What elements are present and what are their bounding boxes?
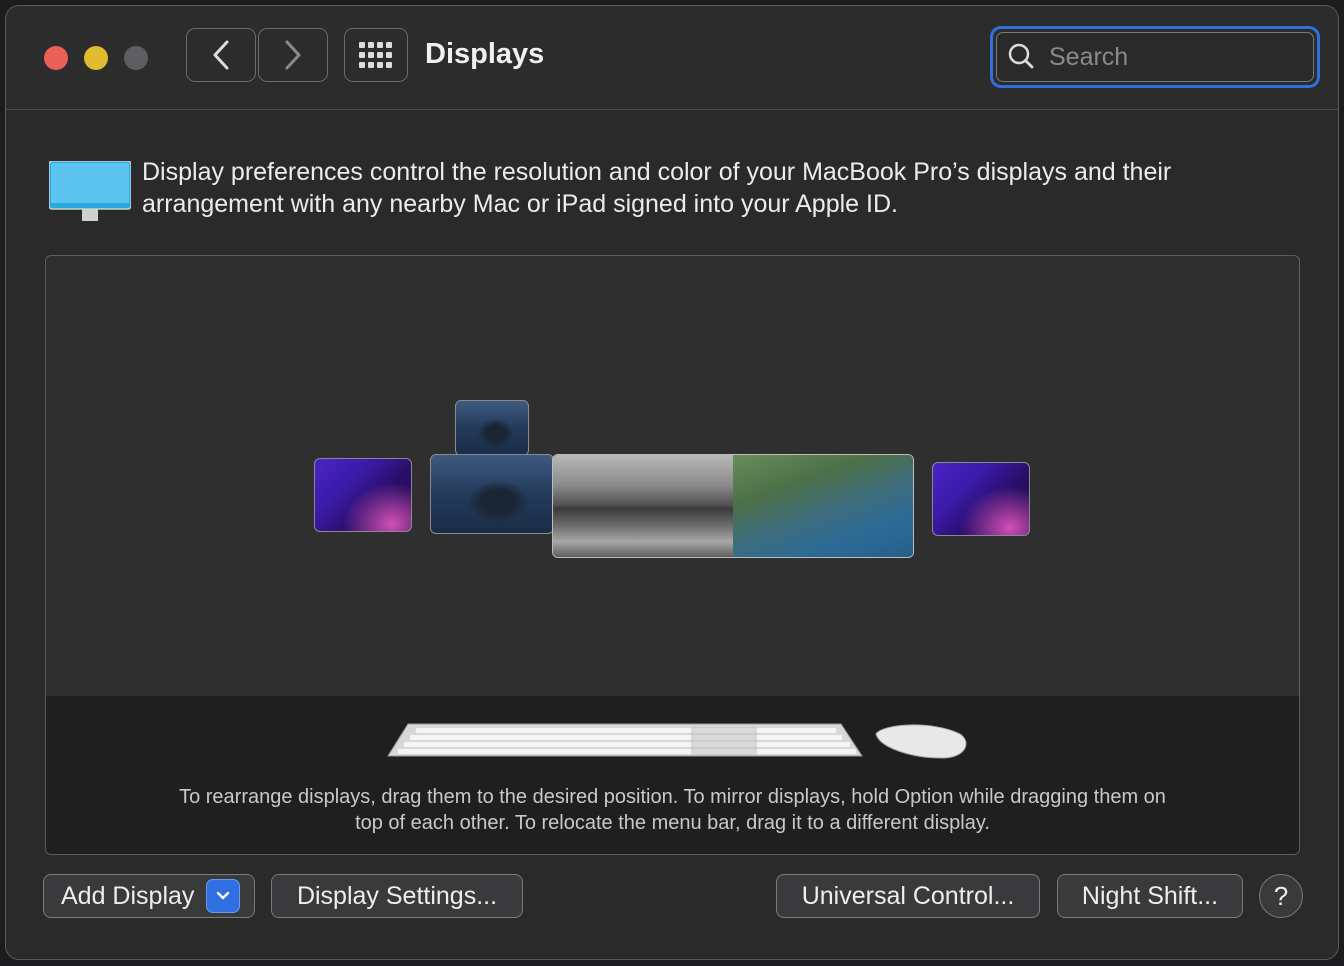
display-settings-button[interactable]: Display Settings... bbox=[271, 874, 523, 918]
forward-button[interactable] bbox=[258, 28, 328, 82]
window-title: Displays bbox=[425, 38, 545, 70]
wallpaper bbox=[733, 455, 913, 557]
grid-icon bbox=[359, 42, 392, 68]
intro-text: Display preferences control the resoluti… bbox=[142, 158, 1172, 218]
search-input[interactable] bbox=[1047, 41, 1281, 73]
display-thumbnail[interactable] bbox=[314, 458, 412, 532]
zoom-button[interactable] bbox=[124, 46, 148, 70]
add-display-dropdown[interactable] bbox=[206, 879, 241, 913]
mouse-icon bbox=[875, 724, 967, 759]
display-thumbnail[interactable] bbox=[430, 454, 554, 534]
show-all-button[interactable] bbox=[344, 28, 408, 82]
titlebar: Displays bbox=[6, 6, 1338, 110]
night-shift-button[interactable]: Night Shift... bbox=[1057, 874, 1243, 918]
keyboard-icon bbox=[387, 723, 863, 757]
search-field[interactable] bbox=[996, 32, 1314, 82]
back-button[interactable] bbox=[186, 28, 256, 82]
help-button[interactable]: ? bbox=[1259, 874, 1303, 918]
chevron-left-icon bbox=[213, 40, 229, 70]
minimize-button[interactable] bbox=[84, 46, 108, 70]
search-field-focus-ring bbox=[990, 26, 1320, 88]
display-thumbnail[interactable] bbox=[932, 462, 1030, 536]
add-display-label: Add Display bbox=[61, 881, 195, 910]
universal-control-button[interactable]: Universal Control... bbox=[776, 874, 1040, 918]
arrangement-hint: To rearrange displays, drag them to the … bbox=[179, 786, 1166, 834]
search-icon bbox=[1008, 43, 1034, 69]
chevron-right-icon bbox=[285, 40, 301, 70]
chevron-down-icon bbox=[217, 891, 230, 900]
main-display-thumbnail[interactable] bbox=[552, 454, 914, 558]
display-arrangement-area[interactable]: To rearrange displays, drag them to the … bbox=[45, 255, 1300, 855]
add-display-button[interactable]: Add Display bbox=[43, 874, 255, 918]
display-thumbnail[interactable] bbox=[455, 400, 529, 456]
close-button[interactable] bbox=[44, 46, 68, 70]
display-icon bbox=[49, 161, 131, 221]
wallpaper bbox=[553, 455, 733, 557]
displays-window: Displays Display preferences control the… bbox=[5, 5, 1339, 960]
